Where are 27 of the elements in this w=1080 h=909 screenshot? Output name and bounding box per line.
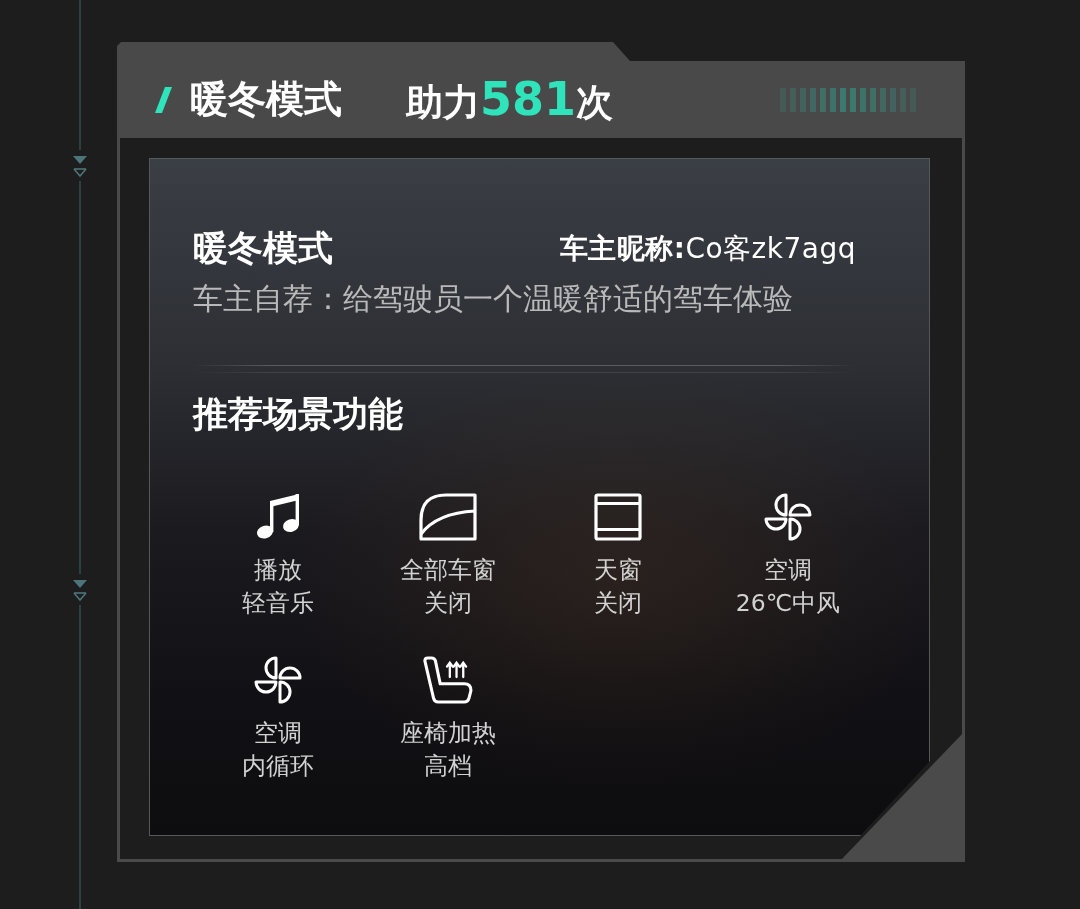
feature-name: 天窗 bbox=[594, 555, 642, 586]
feature-setting: 26℃中风 bbox=[735, 588, 841, 619]
double-chevron-icon bbox=[72, 154, 88, 179]
section-title: 推荐场景功能 bbox=[193, 393, 404, 437]
music-note-icon bbox=[254, 493, 302, 541]
heated-seat-icon bbox=[422, 656, 474, 704]
boost-count-text: 助力 581次 bbox=[406, 71, 614, 128]
car-window-icon bbox=[419, 493, 477, 541]
feature-setting: 关闭 bbox=[424, 588, 472, 619]
feature-name: 座椅加热 bbox=[400, 718, 496, 749]
feature-name: 空调 bbox=[254, 718, 302, 749]
double-chevron-icon bbox=[72, 578, 88, 603]
sunroof-icon bbox=[594, 493, 642, 541]
owner-nickname: 车主昵称:Co客zk7agq bbox=[559, 232, 856, 266]
feature-setting: 轻音乐 bbox=[242, 588, 314, 619]
feature-name: 播放 bbox=[254, 555, 302, 586]
feature-setting: 内循环 bbox=[242, 751, 314, 782]
fan-icon bbox=[764, 493, 812, 541]
feature-name: 空调 bbox=[764, 555, 812, 586]
card-title: 暖冬模式 bbox=[193, 227, 333, 270]
feature-setting: 高档 bbox=[424, 751, 472, 782]
feature-setting: 关闭 bbox=[594, 588, 642, 619]
card-description: 车主自荐：给驾驶员一个温暖舒适的驾车体验 bbox=[193, 279, 794, 318]
slash-icon bbox=[155, 86, 172, 113]
header-title: 暖冬模式 bbox=[190, 76, 342, 123]
feature-name: 全部车窗 bbox=[400, 555, 496, 586]
fan-icon bbox=[254, 656, 302, 704]
